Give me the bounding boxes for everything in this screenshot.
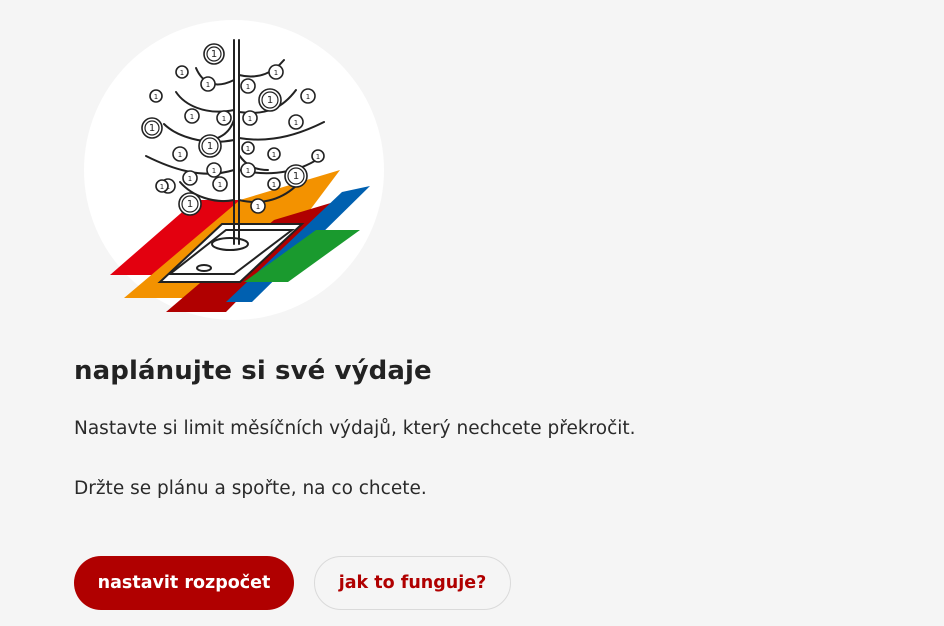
svg-text:1: 1 bbox=[248, 115, 252, 123]
svg-text:1: 1 bbox=[160, 183, 164, 191]
svg-text:1: 1 bbox=[178, 151, 182, 159]
svg-text:1: 1 bbox=[212, 167, 216, 175]
page-title: naplánujte si své výdaje bbox=[74, 356, 432, 386]
money-tree-phone-icon: 1111111111111111111111111111 bbox=[84, 20, 384, 320]
how-it-works-button[interactable]: jak to funguje? bbox=[314, 556, 511, 610]
set-budget-button[interactable]: nastavit rozpočet bbox=[74, 556, 294, 610]
svg-text:1: 1 bbox=[246, 83, 250, 91]
svg-text:1: 1 bbox=[256, 203, 260, 211]
svg-text:1: 1 bbox=[218, 181, 222, 189]
svg-text:1: 1 bbox=[272, 181, 276, 189]
description-limit: Nastavte si limit měsíčních výdajů, kter… bbox=[74, 418, 636, 439]
svg-text:1: 1 bbox=[246, 167, 250, 175]
svg-text:1: 1 bbox=[274, 69, 278, 77]
svg-text:1: 1 bbox=[187, 199, 193, 210]
svg-text:1: 1 bbox=[154, 93, 158, 101]
svg-text:1: 1 bbox=[306, 93, 310, 101]
svg-text:1: 1 bbox=[180, 69, 184, 77]
svg-text:1: 1 bbox=[316, 153, 320, 161]
description-save: Držte se plánu a spořte, na co chcete. bbox=[74, 478, 427, 499]
svg-text:1: 1 bbox=[267, 95, 273, 106]
svg-text:1: 1 bbox=[246, 145, 250, 153]
svg-text:1: 1 bbox=[222, 115, 226, 123]
svg-text:1: 1 bbox=[211, 49, 217, 60]
svg-text:1: 1 bbox=[149, 123, 155, 134]
svg-text:1: 1 bbox=[207, 141, 213, 152]
svg-text:1: 1 bbox=[294, 119, 298, 127]
budget-intro-card: 1111111111111111111111111111 naplánujte … bbox=[0, 0, 944, 626]
svg-text:1: 1 bbox=[293, 171, 299, 182]
svg-text:1: 1 bbox=[206, 81, 210, 89]
svg-text:1: 1 bbox=[272, 151, 276, 159]
svg-text:1: 1 bbox=[188, 175, 192, 183]
svg-text:1: 1 bbox=[190, 113, 194, 121]
